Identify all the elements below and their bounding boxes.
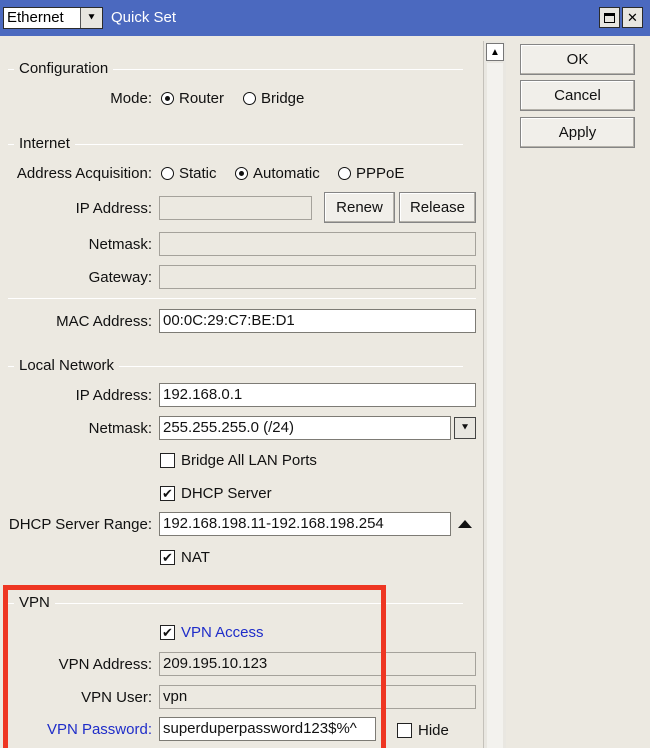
radio-dot bbox=[235, 167, 248, 180]
radio-dot bbox=[338, 167, 351, 180]
checkbox-box bbox=[160, 453, 175, 468]
checkmark-icon: ✔ bbox=[160, 486, 175, 501]
section-local-network: Local Network bbox=[8, 357, 463, 374]
gateway-label: Gateway: bbox=[88, 269, 152, 286]
radio-label: Bridge bbox=[261, 90, 305, 107]
checkbox-box bbox=[397, 723, 412, 738]
internet-ip-field[interactable] bbox=[159, 196, 312, 220]
checkbox-label: DHCP Server bbox=[181, 485, 272, 502]
hide-password-checkbox[interactable]: Hide bbox=[397, 722, 449, 739]
ok-button[interactable]: OK bbox=[520, 44, 635, 75]
cancel-button[interactable]: Cancel bbox=[520, 80, 635, 111]
local-ip-address-label: IP Address: bbox=[75, 387, 152, 404]
radio-dot bbox=[243, 92, 256, 105]
radio-label: Static bbox=[179, 165, 217, 182]
collapse-up-icon[interactable] bbox=[458, 520, 472, 528]
section-title: Configuration bbox=[14, 60, 114, 77]
section-title: Local Network bbox=[14, 357, 120, 374]
dhcp-server-checkbox[interactable]: ✔ DHCP Server bbox=[160, 485, 272, 502]
bridge-all-lan-ports-checkbox[interactable]: Bridge All LAN Ports bbox=[160, 452, 317, 469]
chevron-down-icon[interactable]: ⯆ bbox=[454, 417, 476, 439]
checkbox-label: Bridge All LAN Ports bbox=[181, 452, 317, 469]
close-button[interactable]: ✕ bbox=[622, 7, 643, 28]
renew-button[interactable]: Renew bbox=[324, 192, 395, 223]
dhcp-server-range-label: DHCP Server Range: bbox=[8, 516, 152, 533]
checkbox-label: Hide bbox=[418, 722, 449, 739]
section-configuration: Configuration bbox=[8, 60, 463, 77]
radio-static[interactable]: Static bbox=[161, 165, 217, 182]
apply-button[interactable]: Apply bbox=[520, 117, 635, 148]
window-title: Quick Set bbox=[111, 9, 177, 26]
divider bbox=[8, 298, 476, 299]
radio-label: Router bbox=[179, 90, 225, 107]
radio-label: PPPoE bbox=[356, 165, 405, 182]
mode-label: Mode: bbox=[110, 90, 152, 107]
release-button[interactable]: Release bbox=[399, 192, 476, 223]
radio-dot bbox=[161, 167, 174, 180]
netmask-label: Netmask: bbox=[88, 236, 152, 253]
local-netmask-label: Netmask: bbox=[88, 420, 152, 437]
vpn-highlight-box bbox=[3, 585, 386, 748]
scroll-up-button[interactable]: ▲ bbox=[486, 43, 504, 61]
local-ip-field[interactable]: 192.168.0.1 bbox=[159, 383, 476, 407]
title-bar: Ethernet ⯆ Quick Set ✕ bbox=[0, 0, 650, 36]
mode-select-value: Ethernet bbox=[7, 9, 64, 26]
checkmark-icon: ✔ bbox=[160, 550, 175, 565]
checkbox-label: NAT bbox=[181, 549, 210, 566]
maximize-icon bbox=[604, 12, 615, 23]
mode-select[interactable]: Ethernet ⯆ bbox=[3, 7, 103, 29]
arrow-up-icon: ▲ bbox=[490, 46, 500, 58]
vertical-scrollbar[interactable]: ▲ bbox=[483, 41, 506, 748]
address-acquisition-label: Address Acquisition: bbox=[16, 165, 152, 182]
nat-checkbox[interactable]: ✔ NAT bbox=[160, 549, 210, 566]
scroll-track[interactable] bbox=[487, 63, 503, 748]
internet-gateway-field[interactable] bbox=[159, 265, 476, 289]
radio-automatic[interactable]: Automatic bbox=[235, 165, 320, 182]
chevron-down-icon[interactable]: ⯆ bbox=[80, 8, 102, 28]
section-internet: Internet bbox=[8, 135, 463, 152]
local-netmask-field[interactable]: 255.255.255.0 (/24) bbox=[159, 416, 451, 440]
mac-address-label: MAC Address: bbox=[56, 313, 152, 330]
radio-dot bbox=[161, 92, 174, 105]
maximize-button[interactable] bbox=[599, 7, 620, 28]
radio-label: Automatic bbox=[253, 165, 320, 182]
radio-bridge[interactable]: Bridge bbox=[243, 90, 304, 107]
radio-router[interactable]: Router bbox=[161, 90, 224, 107]
mac-address-field[interactable]: 00:0C:29:C7:BE:D1 bbox=[159, 309, 476, 333]
radio-pppoe[interactable]: PPPoE bbox=[338, 165, 404, 182]
ip-address-label: IP Address: bbox=[75, 200, 152, 217]
close-icon: ✕ bbox=[627, 9, 638, 25]
internet-netmask-field[interactable] bbox=[159, 232, 476, 256]
section-title: Internet bbox=[14, 135, 75, 152]
dhcp-range-field[interactable]: 192.168.198.11-192.168.198.254 bbox=[159, 512, 451, 536]
